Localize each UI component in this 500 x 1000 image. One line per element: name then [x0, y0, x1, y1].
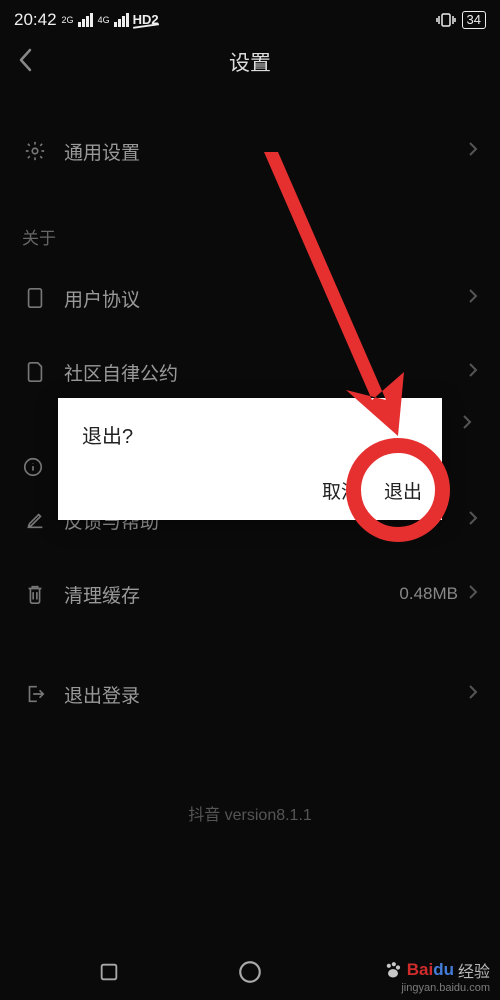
- row-label: 社区自律公约: [64, 359, 468, 386]
- hd2-label: HD2: [133, 12, 159, 27]
- row-logout[interactable]: 退出登录: [22, 657, 478, 731]
- watermark-brand: Baidu: [407, 960, 454, 980]
- nav-recent-icon[interactable]: [98, 961, 120, 988]
- chevron-right-icon: [468, 141, 478, 162]
- row-label: 用户协议: [64, 285, 468, 312]
- header: 设置: [0, 34, 500, 90]
- cache-size: 0.48MB: [399, 584, 458, 604]
- net-2g-label: 2G: [62, 15, 74, 25]
- row-user-agreement[interactable]: 用户协议: [22, 261, 478, 335]
- page-title: 设置: [18, 47, 482, 77]
- watermark: Baidu 经验 jingyan.baidu.com: [383, 958, 490, 994]
- document-icon: [22, 287, 48, 309]
- paw-icon: [383, 960, 403, 980]
- chevron-right-icon: [468, 584, 478, 605]
- trash-icon: [22, 583, 48, 605]
- status-bar: 20:42 2G 4G HD2 34: [0, 0, 500, 34]
- signal-icon-1: [78, 13, 93, 27]
- dialog-title: 退出?: [82, 420, 418, 449]
- gear-icon: [22, 140, 48, 162]
- status-right: 34: [436, 11, 486, 29]
- watermark-url: jingyan.baidu.com: [383, 982, 490, 994]
- status-time: 20:42: [14, 10, 57, 30]
- watermark-sub: 经验: [458, 958, 490, 982]
- row-label: 通用设置: [64, 138, 468, 165]
- chevron-right-icon: [468, 362, 478, 383]
- info-icon: [22, 456, 44, 478]
- edit-icon: [22, 509, 48, 531]
- chevron-right-icon: [468, 684, 478, 705]
- battery-label: 34: [462, 11, 486, 29]
- nav-home-icon[interactable]: [237, 959, 263, 990]
- row-clear-cache[interactable]: 清理缓存 0.48MB: [22, 557, 478, 631]
- chevron-right-icon: [462, 414, 472, 430]
- section-about: 关于: [22, 188, 478, 261]
- chevron-right-icon: [468, 510, 478, 531]
- net-4g-label: 4G: [98, 15, 110, 25]
- row-label: 退出登录: [64, 681, 468, 708]
- status-left: 20:42 2G 4G HD2: [14, 10, 159, 30]
- app-version: 抖音 version8.1.1: [22, 801, 478, 825]
- chevron-right-icon: [468, 288, 478, 309]
- vibrate-icon: [436, 12, 456, 28]
- logout-dialog: 退出? 取消 退出: [58, 398, 442, 520]
- row-general-settings[interactable]: 通用设置: [22, 114, 478, 188]
- file-icon: [22, 361, 48, 383]
- confirm-button[interactable]: 退出: [384, 477, 422, 504]
- row-label: 清理缓存: [64, 581, 399, 608]
- cancel-button[interactable]: 取消: [322, 477, 360, 504]
- signal-icon-2: [114, 13, 129, 27]
- logout-icon: [22, 683, 48, 705]
